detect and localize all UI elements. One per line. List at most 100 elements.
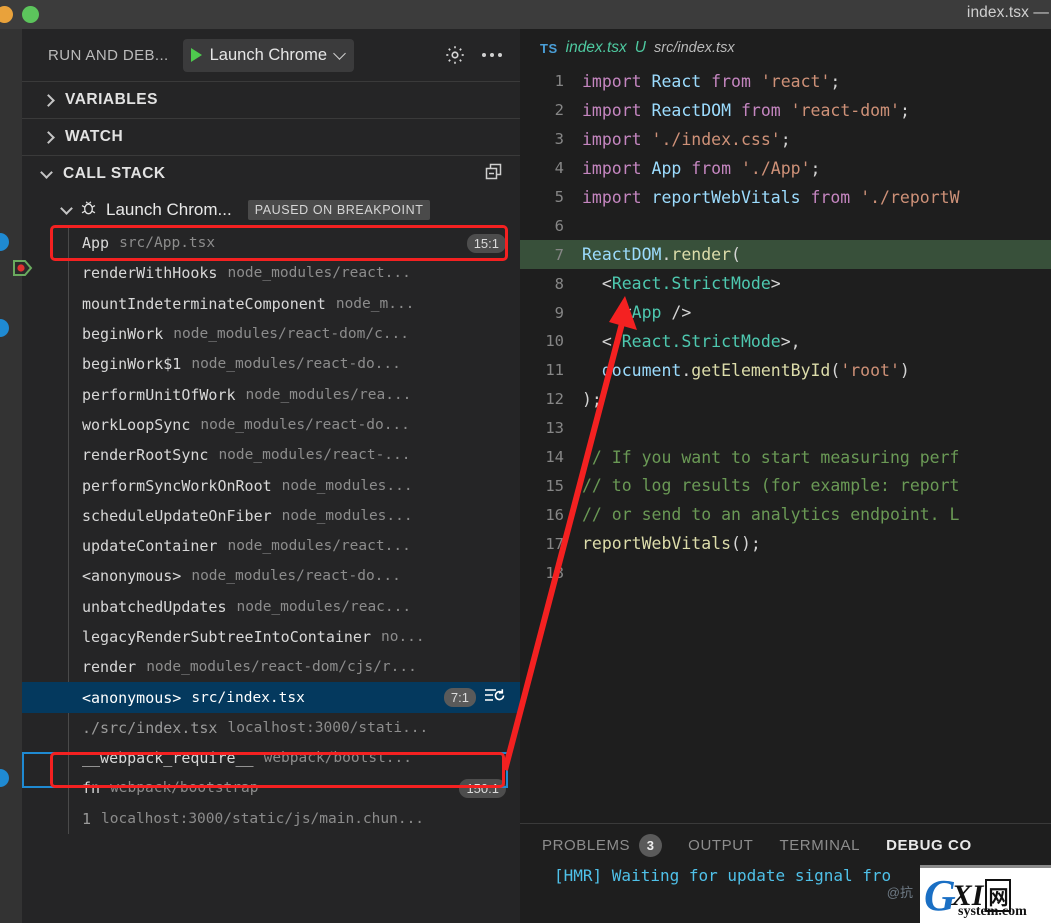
call-stack-frame[interactable]: App src/App.tsx 15:1: [22, 228, 520, 258]
start-debugging-icon[interactable]: [190, 48, 202, 62]
status-badge: PAUSED ON BREAKPOINT: [247, 200, 431, 220]
code-line[interactable]: 3 import './index.css';: [520, 125, 1051, 154]
panel-title: RUN AND DEB...: [48, 46, 169, 64]
frame-function-name: fn: [82, 779, 101, 798]
code-editor: TS index.tsx U src/index.tsx 1 import Rea…: [520, 29, 1051, 823]
code-line[interactable]: 14 // If you want to start measuring perf: [520, 443, 1051, 472]
line-content: ReactDOM.render(: [582, 245, 741, 265]
frame-function-name: <anonymous>: [82, 688, 182, 707]
line-content: // If you want to start measuring perf: [582, 447, 960, 467]
code-line[interactable]: 8 <React.StrictMode>: [520, 269, 1051, 298]
window-traffic-lights[interactable]: [0, 6, 39, 23]
line-number: 7: [554, 245, 564, 264]
call-stack-list[interactable]: App src/App.tsx 15:1 renderWithHooks node_mo…: [22, 228, 520, 834]
line-content: import ReactDOM from 'react-dom';: [582, 100, 910, 120]
frame-source-path: node_modules/react-...: [218, 447, 411, 464]
call-stack-frame[interactable]: mountIndeterminateComponent node_m...: [22, 289, 520, 319]
line-content: );: [582, 389, 602, 409]
breadcrumb-file[interactable]: index.tsx: [566, 39, 627, 57]
call-stack-frame[interactable]: updateContainer node_modules/react...: [22, 531, 520, 561]
activity-bar[interactable]: [0, 29, 22, 923]
code-line[interactable]: 1 import React from 'react';: [520, 67, 1051, 96]
restart-frame-icon[interactable]: [484, 687, 506, 709]
call-stack-frame[interactable]: <anonymous> src/index.tsx 7:1: [22, 682, 520, 713]
chevron-down-icon[interactable]: [333, 46, 346, 60]
frame-source-path: webpack/bootst...: [263, 750, 412, 767]
call-stack-frame[interactable]: beginWork node_modules/react-dom/c...: [22, 319, 520, 349]
section-label: VARIABLES: [65, 91, 158, 108]
call-stack-frame[interactable]: __webpack_require__ webpack/bootst...: [22, 743, 520, 773]
frame-function-name: __webpack_require__: [82, 749, 254, 768]
panel-tab-bar[interactable]: PROBLEMS 3 OUTPUT TERMINAL DEBUG CO: [520, 824, 1051, 866]
code-line[interactable]: 6: [520, 211, 1051, 240]
call-stack-frame[interactable]: renderRootSync node_modules/react-...: [22, 440, 520, 470]
maximize-button[interactable]: [22, 6, 39, 23]
line-content: document.getElementById('root'): [601, 360, 910, 380]
chevron-right-icon: [42, 93, 55, 107]
breadcrumb-path[interactable]: src/index.tsx: [654, 40, 735, 56]
code-line[interactable]: 7 ReactDOM.render(: [520, 240, 1051, 270]
code-line[interactable]: 15 // to log results (for example: report: [520, 471, 1051, 500]
code-line[interactable]: 5 import reportWebVitals from './reportW: [520, 183, 1051, 212]
call-stack-frame[interactable]: performUnitOfWork node_modules/rea...: [22, 379, 520, 409]
collapse-all-icon[interactable]: [484, 162, 504, 187]
line-number: 13: [545, 419, 564, 438]
line-number: 1: [554, 72, 564, 91]
line-number: 9: [554, 303, 564, 322]
sidebar-section-call-stack[interactable]: CALL STACK: [22, 155, 520, 192]
ellipsis-icon[interactable]: [482, 53, 502, 57]
call-stack-frame[interactable]: beginWork$1 node_modules/react-do...: [22, 349, 520, 379]
sidebar-section-watch[interactable]: WATCH: [22, 118, 520, 155]
call-stack-frame[interactable]: unbatchedUpdates node_modules/reac...: [22, 592, 520, 622]
line-number: 11: [545, 361, 564, 380]
frame-position-badge: 15:1: [466, 233, 506, 253]
call-stack-frame[interactable]: 1 localhost:3000/static/js/main.chun...: [22, 804, 520, 834]
typescript-file-icon: TS: [540, 40, 558, 56]
frame-source-path: node_modules/react-dom/cjs/r...: [146, 659, 417, 676]
code-line[interactable]: 4 import App from './App';: [520, 154, 1051, 183]
panel-tab[interactable]: OUTPUT: [688, 837, 753, 854]
frame-function-name: renderWithHooks: [82, 264, 218, 283]
frame-function-name: mountIndeterminateComponent: [82, 294, 326, 313]
panel-tab[interactable]: DEBUG CO: [886, 837, 972, 854]
call-stack-frame[interactable]: render node_modules/react-dom/cjs/r...: [22, 652, 520, 682]
launch-config-selector[interactable]: Launch Chrome: [182, 38, 355, 72]
code-line[interactable]: 10 </React.StrictMode>,: [520, 327, 1051, 356]
call-stack-frame[interactable]: scheduleUpdateOnFiber node_modules...: [22, 501, 520, 531]
sidebar-section-variables[interactable]: VARIABLES: [22, 81, 520, 118]
call-stack-frame[interactable]: <anonymous> node_modules/react-do...: [22, 561, 520, 591]
call-stack-frame[interactable]: fn webpack/bootstrap 150:1: [22, 773, 520, 803]
code-line[interactable]: 16 // or send to an analytics endpoint. L: [520, 500, 1051, 529]
panel-tab[interactable]: PROBLEMS 3: [542, 833, 663, 857]
call-stack-frame[interactable]: renderWithHooks node_modules/react...: [22, 258, 520, 288]
minimize-button[interactable]: [0, 6, 13, 23]
line-number: 6: [554, 216, 564, 235]
code-line[interactable]: 11 document.getElementById('root'): [520, 356, 1051, 385]
debug-session-row[interactable]: Launch Chrom... PAUSED ON BREAKPOINT: [22, 192, 520, 228]
code-line[interactable]: 9 <App />: [520, 298, 1051, 327]
frame-source-path: localhost:3000/stati...: [227, 719, 429, 736]
frame-function-name: scheduleUpdateOnFiber: [82, 506, 272, 525]
code-line[interactable]: 2 import ReactDOM from 'react-dom';: [520, 96, 1051, 125]
launch-config-label: Launch Chrome: [209, 45, 328, 64]
breadcrumb[interactable]: TS index.tsx U src/index.tsx: [520, 29, 1051, 67]
code-line[interactable]: 12);: [520, 385, 1051, 414]
call-stack-frame[interactable]: ./src/index.tsx localhost:3000/stati...: [22, 713, 520, 743]
frame-source-path: node_modules/react-do...: [200, 416, 410, 433]
code-line[interactable]: 18: [520, 558, 1051, 587]
current-execution-marker-icon: [12, 258, 34, 278]
code-lines[interactable]: 1 import React from 'react'; 2 import React…: [520, 67, 1051, 587]
code-line[interactable]: 17 reportWebVitals();: [520, 529, 1051, 558]
line-number: 3: [554, 130, 564, 149]
gear-icon[interactable]: [444, 44, 466, 66]
line-number: 16: [545, 505, 564, 524]
frame-source-path: node_m...: [335, 295, 415, 312]
code-line[interactable]: 13: [520, 414, 1051, 443]
line-number: 18: [545, 563, 564, 582]
chevron-right-icon: [42, 130, 55, 144]
call-stack-frame[interactable]: workLoopSync node_modules/react-do...: [22, 410, 520, 440]
watermark-cn-text: @抗: [886, 885, 913, 900]
panel-tab[interactable]: TERMINAL: [779, 837, 860, 854]
call-stack-frame[interactable]: legacyRenderSubtreeIntoContainer no...: [22, 622, 520, 652]
call-stack-frame[interactable]: performSyncWorkOnRoot node_modules...: [22, 470, 520, 500]
